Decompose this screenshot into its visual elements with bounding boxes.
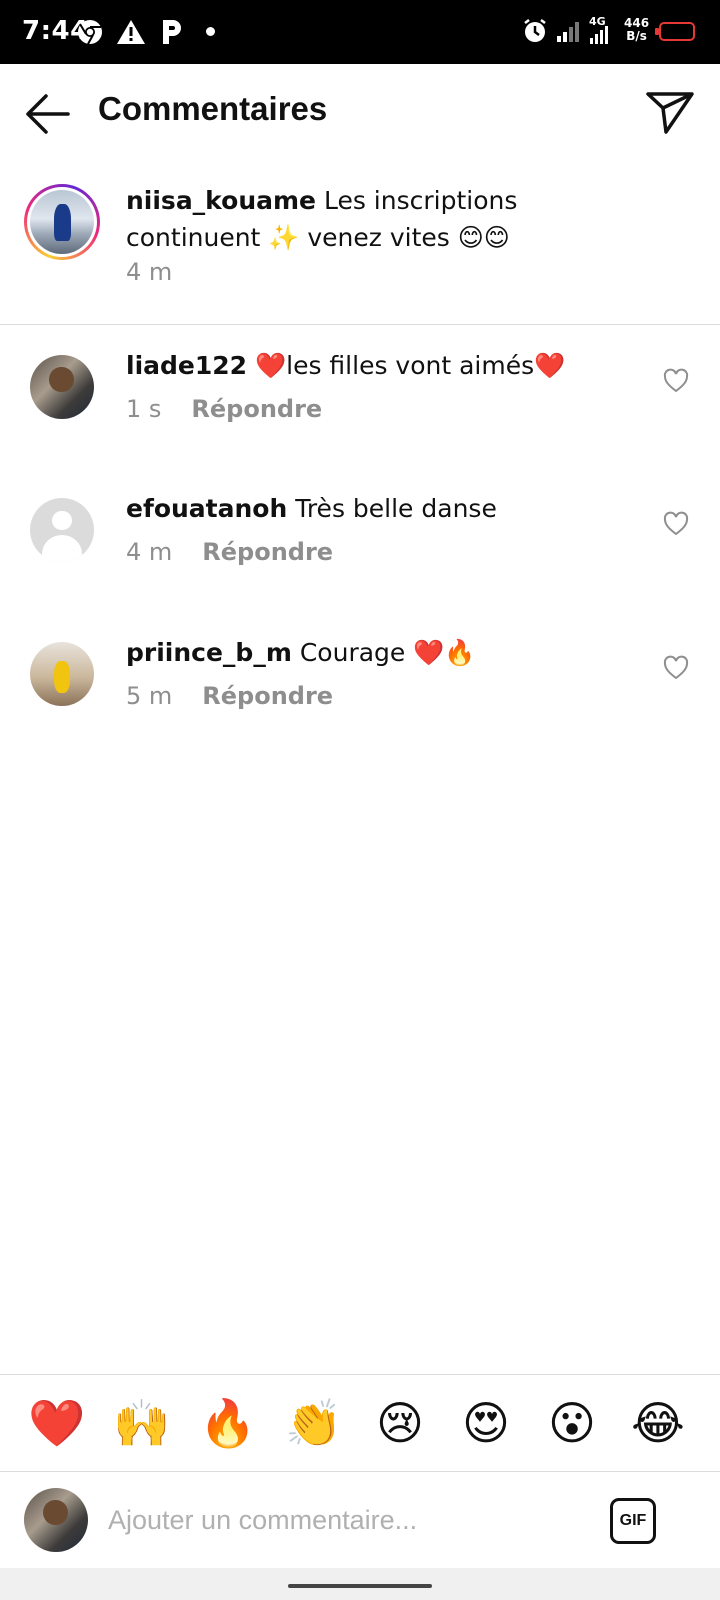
comment-text: efouatanoh Très belle danse [126,490,626,527]
comment-item: priince_b_m Courage ❤️🔥 5 m Répondre [0,612,720,754]
heart-outline-icon [663,655,689,680]
caption-text: niisa_kouame Les inscriptions continuent… [126,182,626,256]
like-button[interactable] [662,654,690,682]
warning-icon [117,20,145,44]
caption-username[interactable]: niisa_kouame [126,186,316,215]
emoji-heart-button[interactable]: ❤️ [25,1393,89,1453]
comment-meta: 1 s Répondre [126,395,322,423]
emoji-cry-button[interactable]: 😢 [368,1393,432,1453]
comment-username[interactable]: liade122 [126,351,247,380]
system-nav-bar [0,1568,720,1600]
home-indicator[interactable] [288,1584,432,1588]
avatar[interactable] [30,498,94,562]
emoji-fire-button[interactable]: 🔥 [196,1393,260,1453]
comment-item: efouatanoh Très belle danse 4 m Répondre [0,468,720,610]
heart-outline-icon [663,511,689,536]
emoji-clap-button[interactable]: 👏 [282,1393,346,1453]
heart-outline-icon [663,368,689,393]
network-speed: 446 B/s [624,17,649,43]
comment-body: Très belle danse [295,494,497,523]
avatar[interactable] [30,642,94,706]
p-app-icon [163,20,181,44]
comment-meta: 4 m Répondre [126,538,333,566]
comment-username[interactable]: efouatanoh [126,494,287,523]
comment-text: liade122 ❤️les filles vont aimés❤️ [126,347,626,384]
comment-username[interactable]: priince_b_m [126,638,292,667]
like-button[interactable] [662,510,690,538]
current-user-avatar [24,1488,88,1552]
notification-dot [206,27,215,36]
post-caption: niisa_kouame Les inscriptions continuent… [0,160,720,325]
emoji-heart-eyes-button[interactable]: 😍 [454,1393,518,1453]
battery-icon [655,22,695,41]
reply-button[interactable]: Répondre [202,538,333,566]
network-speed-unit: B/s [626,29,647,43]
chrome-icon [78,20,102,45]
comment-time: 1 s [126,395,162,423]
like-button[interactable] [662,367,690,395]
comment-item: liade122 ❤️les filles vont aimés❤️ 1 s Ré… [0,325,720,467]
svg-text:4G: 4G [589,15,606,28]
reply-button[interactable]: Répondre [202,682,333,710]
page-title: Commentaires [98,90,328,127]
comment-body: ❤️les filles vont aimés❤️ [255,351,566,380]
emoji-surprised-button[interactable]: 😮 [540,1393,604,1453]
reply-button[interactable]: Répondre [191,395,322,423]
header: Commentaires [0,64,720,160]
caption-time: 4 m [126,258,173,286]
comment-input[interactable] [108,1494,578,1546]
comment-text: priince_b_m Courage ❤️🔥 [126,634,626,671]
comment-input-bar: GIF [0,1472,720,1568]
gif-button[interactable]: GIF [610,1498,656,1544]
story-ring[interactable] [24,184,100,260]
emoji-raised-hands-button[interactable]: 🙌 [110,1393,174,1453]
avatar[interactable] [30,355,94,419]
comment-meta: 5 m Répondre [126,682,333,710]
signal-4g-icon: 4G [589,15,608,44]
paper-plane-icon [646,92,694,134]
back-button[interactable] [22,88,74,140]
comment-time: 5 m [126,682,173,710]
comment-body: Courage ❤️🔥 [299,638,476,667]
alarm-icon [524,19,546,42]
emoji-laughing-button[interactable]: 😂 [626,1393,690,1453]
arrow-left-icon [26,94,70,134]
status-bar: 7:44 4G 446 B/s [0,0,720,64]
share-button[interactable] [644,86,696,138]
signal-icon [557,22,579,42]
comment-time: 4 m [126,538,173,566]
avatar [30,190,94,254]
emoji-reaction-bar: ❤️ 🙌 🔥 👏 😢 😍 😮 😂 [0,1374,720,1472]
